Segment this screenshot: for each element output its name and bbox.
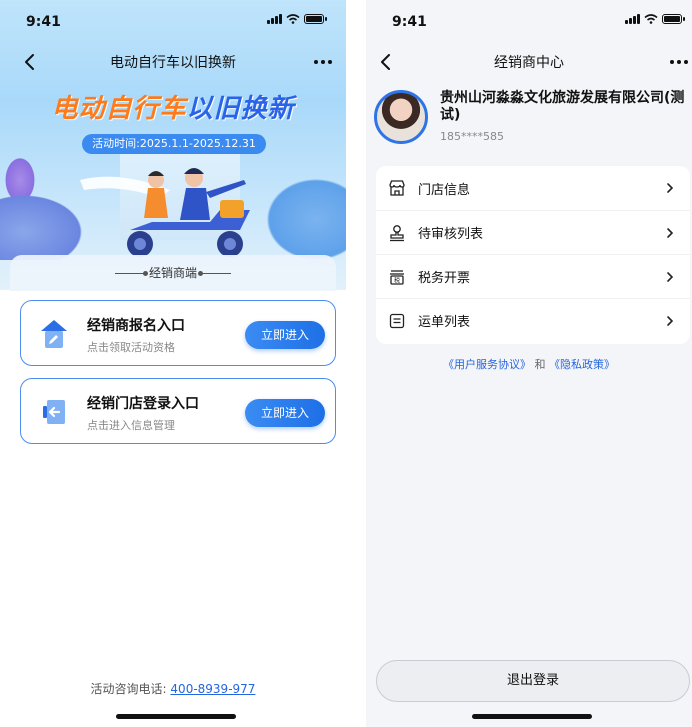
enter-now-button[interactable]: 立即进入 bbox=[245, 399, 325, 427]
section-label-text: 经销商端 bbox=[148, 266, 197, 280]
status-time: 9:41 bbox=[392, 14, 427, 30]
menu-item-label: 运单列表 bbox=[418, 315, 471, 330]
menu-item-pending-review[interactable]: 待审核列表 bbox=[376, 210, 690, 254]
banner-headline: 电动自行车以旧换新 bbox=[0, 88, 346, 125]
logout-button[interactable]: 退出登录 bbox=[376, 660, 690, 702]
cellular-signal-icon bbox=[625, 14, 640, 24]
privacy-policy-link[interactable]: 《隐私政策》 bbox=[549, 358, 615, 371]
home-indicator bbox=[116, 714, 236, 719]
legal-links: 《用户服务协议》 和 《隐私政策》 bbox=[366, 356, 692, 372]
avatar bbox=[374, 90, 428, 144]
hotline-number-link[interactable]: 400-8939-977 bbox=[170, 682, 255, 696]
nav-bar: 经销商中心 bbox=[366, 46, 692, 78]
page-title: 电动自行车以旧换新 bbox=[110, 55, 236, 71]
enter-now-button[interactable]: 立即进入 bbox=[245, 321, 325, 349]
chevron-right-icon bbox=[667, 183, 674, 193]
cellular-signal-icon bbox=[267, 14, 282, 24]
dealer-registration-card[interactable]: 经销商报名入口 点击领取活动资格 立即进入 bbox=[20, 300, 336, 366]
headline-orange: 电动自行车 bbox=[51, 94, 187, 124]
right-screen: 9:41 经销商中心 贵州山河淼淼文化旅游发展有限公司(测试) 185****5… bbox=[366, 0, 692, 727]
svg-text:税: 税 bbox=[394, 276, 400, 284]
menu-item-label: 税务开票 bbox=[418, 271, 471, 286]
entry-title: 经销商报名入口 bbox=[87, 318, 185, 334]
stamp-icon bbox=[390, 224, 404, 241]
status-icons bbox=[267, 14, 327, 24]
status-icons bbox=[625, 14, 685, 24]
hotline-label: 活动咨询电话: bbox=[90, 682, 167, 696]
activity-dates: 活动时间:2025.1.1-2025.12.31 bbox=[82, 134, 266, 154]
left-screen: 电动自行车以旧换新 活动时间:2025.1.1-2025.12.31 9:41 bbox=[0, 0, 346, 727]
entry-title: 经销门店登录入口 bbox=[87, 396, 199, 412]
list-icon bbox=[389, 313, 405, 328]
chevron-right-icon bbox=[667, 227, 674, 238]
menu-card: 门店信息 待审核列表 税 税务开票 运单列表 bbox=[376, 166, 690, 344]
chevron-right-icon bbox=[667, 315, 674, 326]
company-name: 贵州山河淼淼文化旅游发展有限公司(测试) bbox=[440, 90, 685, 123]
section-label: 经销商端 bbox=[0, 264, 346, 281]
legal-and-text: 和 bbox=[534, 358, 546, 371]
status-bar: 9:41 bbox=[0, 0, 346, 40]
chevron-right-icon bbox=[667, 271, 674, 282]
user-agreement-link[interactable]: 《用户服务协议》 bbox=[443, 358, 531, 371]
menu-item-waybill-list[interactable]: 运单列表 bbox=[376, 298, 690, 342]
more-options-icon[interactable] bbox=[670, 60, 688, 64]
wifi-icon bbox=[286, 14, 300, 24]
phone-number: 185****585 bbox=[440, 130, 504, 143]
login-door-icon bbox=[43, 400, 65, 424]
entry-subtitle: 点击进入信息管理 bbox=[87, 419, 175, 432]
page-title: 经销商中心 bbox=[494, 55, 564, 71]
menu-item-store-info[interactable]: 门店信息 bbox=[376, 166, 690, 210]
headline-blue: 以旧换新 bbox=[186, 94, 295, 124]
status-bar: 9:41 bbox=[366, 0, 692, 40]
wifi-icon bbox=[644, 14, 658, 24]
menu-item-label: 门店信息 bbox=[418, 182, 471, 198]
home-indicator bbox=[472, 714, 592, 719]
store-icon bbox=[389, 180, 405, 196]
scooter-riders-illustration bbox=[80, 168, 250, 257]
edit-document-icon bbox=[41, 320, 67, 348]
store-login-card[interactable]: 经销门店登录入口 点击进入信息管理 立即进入 bbox=[20, 378, 336, 444]
nav-bar: 电动自行车以旧换新 bbox=[0, 46, 346, 78]
activity-banner: 电动自行车以旧换新 活动时间:2025.1.1-2025.12.31 bbox=[0, 0, 346, 290]
tax-invoice-icon: 税 bbox=[390, 269, 404, 285]
hotline: 活动咨询电话: 400-8939-977 bbox=[0, 680, 346, 697]
battery-icon bbox=[662, 14, 685, 24]
status-time: 9:41 bbox=[26, 14, 61, 30]
more-options-icon[interactable] bbox=[314, 60, 332, 64]
entry-subtitle: 点击领取活动资格 bbox=[87, 341, 175, 354]
dealer-profile: 贵州山河淼淼文化旅游发展有限公司(测试) 185****585 bbox=[374, 86, 692, 150]
battery-icon bbox=[304, 14, 327, 24]
menu-item-tax-invoice[interactable]: 税 税务开票 bbox=[376, 254, 690, 298]
menu-item-label: 待审核列表 bbox=[418, 227, 484, 242]
